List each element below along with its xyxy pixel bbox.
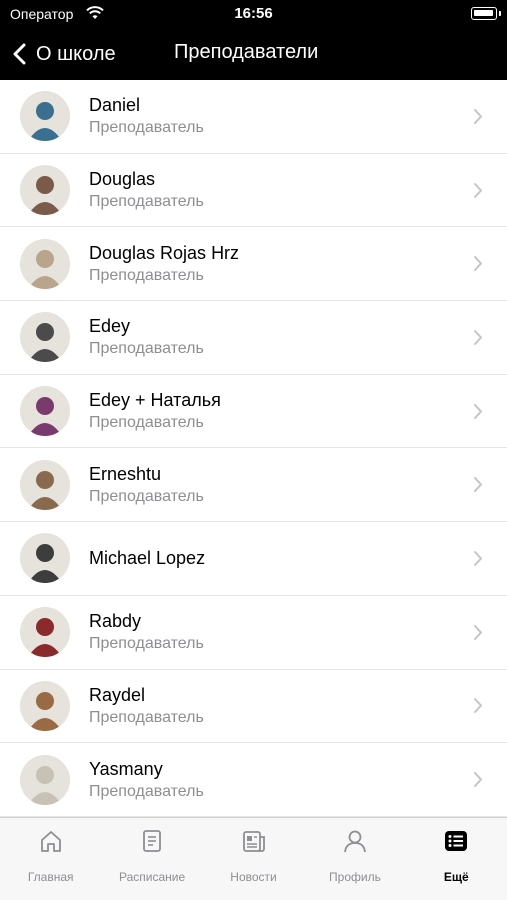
- teacher-text: Edey + Наталья Преподаватель: [89, 375, 221, 448]
- teacher-text: Douglas Rojas Hrz Преподаватель: [89, 227, 239, 300]
- teacher-avatar: [20, 680, 70, 731]
- teacher-name: Edey: [89, 316, 131, 337]
- tab-news[interactable]: Новости: [203, 818, 304, 900]
- tab-label: Расписание: [119, 870, 186, 884]
- teacher-row[interactable]: Edey + Наталья Преподаватель: [0, 375, 507, 449]
- teacher-text: Raydel Преподаватель: [89, 670, 204, 743]
- teacher-row[interactable]: Rabdy Преподаватель: [0, 596, 507, 670]
- teacher-avatar: [20, 754, 70, 805]
- teacher-text: Michael Lopez: [89, 522, 205, 595]
- teacher-text: Rabdy Преподаватель: [89, 596, 204, 669]
- tab-profile[interactable]: Профиль: [304, 818, 405, 900]
- teacher-row[interactable]: Edey Преподаватель: [0, 301, 507, 375]
- teacher-row[interactable]: Douglas Rojas Hrz Преподаватель: [0, 227, 507, 302]
- teacher-name: Daniel: [89, 95, 141, 116]
- teacher-role: Преподаватель: [89, 635, 204, 653]
- tab-schedule[interactable]: Расписание: [101, 818, 202, 900]
- tab-label: Новости: [230, 870, 277, 884]
- teacher-row[interactable]: Daniel Преподаватель: [0, 80, 507, 154]
- more-icon: [445, 831, 468, 851]
- teacher-text: Daniel Преподаватель: [89, 80, 204, 153]
- chevron-right-icon: [474, 329, 482, 345]
- teacher-role: Преподаватель: [89, 266, 204, 284]
- chevron-right-icon: [474, 256, 482, 272]
- chevron-right-icon: [474, 698, 482, 714]
- teacher-role: Преподаватель: [89, 119, 204, 137]
- chevron-right-icon: [474, 477, 482, 493]
- teacher-name: Rabdy: [89, 611, 142, 632]
- tab-label: Профиль: [329, 870, 381, 884]
- teacher-row[interactable]: Yasmany Преподаватель: [0, 743, 507, 817]
- teacher-text: Yasmany Преподаватель: [89, 743, 204, 816]
- teacher-avatar: [20, 607, 70, 658]
- clock: 16:56: [234, 5, 273, 22]
- teacher-row[interactable]: Michael Lopez: [0, 522, 507, 596]
- back-label: О школе: [36, 42, 116, 65]
- teacher-name: Douglas Rojas Hrz: [89, 242, 240, 263]
- teacher-row[interactable]: Erneshtu Преподаватель: [0, 448, 507, 523]
- teacher-name: Edey + Наталья: [89, 390, 221, 411]
- back-button[interactable]: О школе: [12, 38, 116, 70]
- profile-icon: [344, 830, 366, 853]
- teacher-role: Преподаватель: [89, 193, 204, 211]
- news-icon: [242, 831, 265, 852]
- teacher-name: Douglas: [89, 169, 156, 190]
- chevron-right-icon: [474, 403, 482, 419]
- tab-bar: Главная Расписание Новости Профиль Ещё: [0, 817, 507, 900]
- teacher-role: Преподаватель: [89, 414, 204, 432]
- teacher-role: Преподаватель: [89, 340, 204, 358]
- teacher-avatar: [20, 533, 70, 584]
- teacher-list[interactable]: Daniel Преподаватель Douglas Преподаватель D…: [0, 80, 507, 817]
- chevron-right-icon: [474, 182, 482, 198]
- page-title: Преподаватели: [174, 41, 319, 63]
- navigation-bar: О школе Преподаватели: [0, 28, 507, 80]
- teacher-text: Erneshtu Преподаватель: [89, 448, 204, 521]
- teacher-text: Douglas Преподаватель: [89, 154, 204, 227]
- chevron-left-icon: [13, 43, 26, 65]
- chevron-right-icon: [474, 108, 482, 124]
- home-icon: [40, 831, 61, 852]
- teacher-name: Erneshtu: [89, 463, 162, 484]
- teacher-row[interactable]: Raydel Преподаватель: [0, 670, 507, 744]
- teacher-name: Yasmany: [89, 758, 163, 779]
- tab-home[interactable]: Главная: [0, 818, 101, 900]
- teacher-avatar: [20, 238, 70, 289]
- chevron-right-icon: [474, 550, 482, 566]
- chevron-right-icon: [474, 624, 482, 640]
- teacher-avatar: [20, 165, 70, 216]
- teacher-role: Преподаватель: [89, 782, 204, 800]
- tab-label: Главная: [27, 870, 74, 884]
- teacher-name: Michael Lopez: [89, 548, 206, 569]
- teacher-avatar: [20, 386, 70, 437]
- teacher-avatar: [20, 459, 70, 510]
- status-bar: Оператор 16:56: [0, 0, 507, 28]
- teacher-avatar: [20, 91, 70, 142]
- teacher-role: Преподаватель: [89, 708, 204, 726]
- tab-label: Ещё: [443, 870, 469, 884]
- teacher-row[interactable]: Douglas Преподаватель: [0, 154, 507, 228]
- teacher-text: Edey Преподаватель: [89, 301, 204, 374]
- schedule-icon: [143, 830, 162, 852]
- teacher-name: Raydel: [89, 684, 146, 705]
- teacher-avatar: [20, 312, 70, 363]
- teacher-role: Преподаватель: [89, 487, 204, 505]
- chevron-right-icon: [474, 772, 482, 788]
- battery-tip: [499, 11, 501, 16]
- tab-more[interactable]: Ещё: [406, 818, 507, 900]
- battery-icon: [471, 7, 497, 20]
